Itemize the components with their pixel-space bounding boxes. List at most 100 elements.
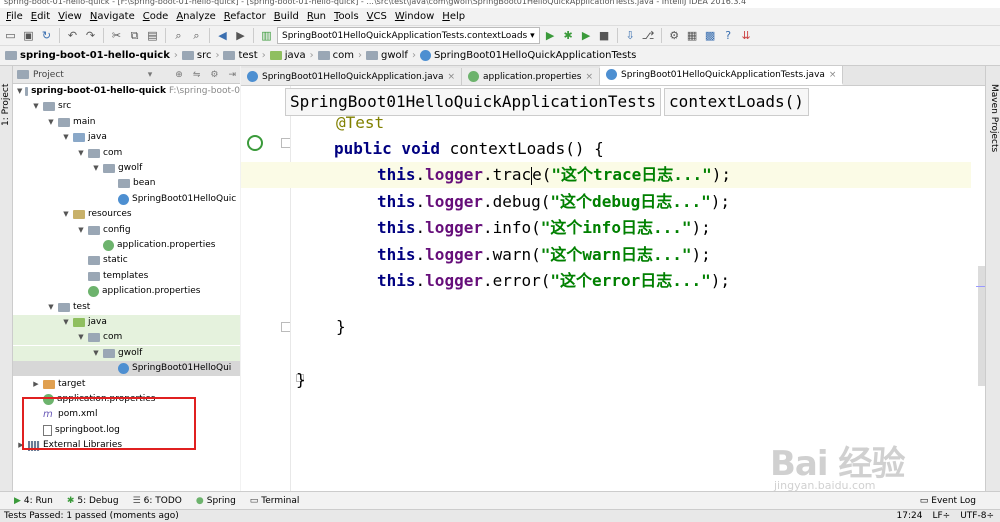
breadcrumb-item[interactable]: src xyxy=(180,50,214,61)
sync-icon[interactable]: ↻ xyxy=(39,28,54,43)
cut-icon[interactable]: ✂ xyxy=(109,28,124,43)
tree-item[interactable]: ▶ target xyxy=(13,377,240,392)
tab-editor-file[interactable]: SpringBoot01HelloQuickApplicationTests.j… xyxy=(600,66,844,85)
tree-item[interactable]: ▼ gwolf xyxy=(13,345,240,361)
tree-item[interactable]: ▼ resources xyxy=(13,207,240,222)
project-structure-icon[interactable]: ▦ xyxy=(685,28,700,43)
tool-window-spring[interactable]: ● Spring xyxy=(196,496,236,506)
menu-view[interactable]: View xyxy=(54,8,86,25)
settings-icon[interactable]: ⚙ xyxy=(667,28,682,43)
menu-file[interactable]: File xyxy=(2,8,27,25)
tool-window-run[interactable]: ▶ 4: Run xyxy=(14,496,53,506)
save-all-icon[interactable]: ▣ xyxy=(21,28,36,43)
tab-editor-file[interactable]: application.properties × xyxy=(462,68,601,85)
tree-item[interactable]: ▼ com xyxy=(13,330,240,346)
tree-item[interactable]: application.properties xyxy=(13,284,240,299)
close-icon[interactable]: × xyxy=(829,70,837,80)
tree-item[interactable]: ▼ java xyxy=(13,130,240,145)
folder-open-icon[interactable]: ▭ xyxy=(3,28,18,43)
expand-arrow-icon[interactable]: ▼ xyxy=(77,330,85,345)
vcs-update-icon[interactable]: ⇊ xyxy=(739,28,754,43)
stop-icon[interactable]: ■ xyxy=(597,28,612,43)
run-icon[interactable]: ▶ xyxy=(543,28,558,43)
menu-tools[interactable]: Tools xyxy=(330,8,363,25)
run-configuration-select[interactable]: SpringBoot01HelloQuickApplicationTests.c… xyxy=(277,27,540,44)
build-icon[interactable]: ▥ xyxy=(259,28,274,43)
menu-analyze[interactable]: Analyze xyxy=(172,8,219,25)
undo-icon[interactable]: ↶ xyxy=(65,28,80,43)
breadcrumb-item[interactable]: gwolf xyxy=(364,50,410,61)
paste-icon[interactable]: ▤ xyxy=(145,28,160,43)
find-icon[interactable]: ⌕ xyxy=(171,28,186,43)
breadcrumb-item[interactable]: SpringBoot01HelloQuickApplicationTests xyxy=(418,50,638,61)
expand-arrow-icon[interactable]: ▼ xyxy=(77,223,85,238)
menu-navigate[interactable]: Navigate xyxy=(86,8,139,25)
coverage-icon[interactable]: ▶ xyxy=(579,28,594,43)
tab-maven-projects[interactable]: Maven Projects xyxy=(989,84,999,152)
menu-edit[interactable]: Edit xyxy=(27,8,54,25)
forward-icon[interactable]: ▶ xyxy=(233,28,248,43)
collapse-all-icon[interactable]: ⇋ xyxy=(193,70,201,80)
tab-project[interactable]: 1: Project xyxy=(1,84,11,126)
expand-arrow-icon[interactable]: ▼ xyxy=(62,130,70,145)
breadcrumb-item[interactable]: spring-boot-01-hello-quick xyxy=(3,50,172,61)
close-icon[interactable]: × xyxy=(447,72,455,82)
scroll-from-source-icon[interactable]: ⊕ xyxy=(175,70,183,80)
tool-window-terminal[interactable]: ▭ Terminal xyxy=(250,496,300,506)
back-icon[interactable]: ◀ xyxy=(215,28,230,43)
tree-item[interactable]: ▼ config xyxy=(13,223,240,238)
expand-arrow-icon[interactable]: ▼ xyxy=(62,207,70,222)
tree-item[interactable]: ▼ com xyxy=(13,146,240,161)
expand-arrow-icon[interactable]: ▼ xyxy=(62,315,70,330)
close-icon[interactable]: × xyxy=(585,72,593,82)
tree-item[interactable]: ▼ test xyxy=(13,300,240,315)
update-icon[interactable]: ⇩ xyxy=(623,28,638,43)
expand-arrow-icon[interactable]: ▼ xyxy=(17,84,22,99)
tree-item[interactable]: ▼ src xyxy=(13,99,240,114)
tree-item[interactable]: static xyxy=(13,253,240,268)
event-log-button[interactable]: ▭ Event Log xyxy=(920,496,1000,506)
breadcrumb-item[interactable]: com xyxy=(316,50,356,61)
menu-refactor[interactable]: Refactor xyxy=(220,8,270,25)
breadcrumb-item[interactable]: java xyxy=(268,50,308,61)
vcs-icon[interactable]: ⎇ xyxy=(641,28,656,43)
tree-item[interactable]: ▼ main xyxy=(13,115,240,130)
file-encoding[interactable]: UTF-8÷ xyxy=(960,511,994,521)
hide-panel-icon[interactable]: ⇥ xyxy=(228,70,236,80)
expand-arrow-icon[interactable]: ▼ xyxy=(77,146,85,161)
caret-position[interactable]: 17:24 xyxy=(897,511,923,521)
tree-item[interactable]: ▼ java xyxy=(13,315,240,330)
menu-code[interactable]: Code xyxy=(139,8,173,25)
copy-icon[interactable]: ⧉ xyxy=(127,28,142,43)
tree-item[interactable]: application.properties xyxy=(13,238,240,253)
menu-help[interactable]: Help xyxy=(438,8,469,25)
tree-item[interactable]: templates xyxy=(13,269,240,284)
sdk-icon[interactable]: ▩ xyxy=(703,28,718,43)
menu-window[interactable]: Window xyxy=(391,8,438,25)
replace-icon[interactable]: ⌕ xyxy=(189,28,204,43)
settings-gear-icon[interactable]: ⚙ xyxy=(210,70,218,80)
tool-window-todo[interactable]: ☰ 6: TODO xyxy=(133,496,182,506)
project-view-dropdown-icon[interactable]: ▾ xyxy=(148,70,153,80)
expand-arrow-icon[interactable]: ▼ xyxy=(92,161,100,176)
editor-body[interactable]: ● @Testpublic void contextLoads() {this.… xyxy=(241,86,986,491)
run-test-icon[interactable] xyxy=(247,135,263,151)
expand-arrow-icon[interactable]: ▼ xyxy=(92,346,100,361)
menu-run[interactable]: Run xyxy=(303,8,330,25)
menu-vcs[interactable]: VCS xyxy=(363,8,391,25)
expand-arrow-icon[interactable]: ▼ xyxy=(47,115,55,130)
collapse-arrow-icon[interactable]: ▶ xyxy=(32,377,40,392)
expand-arrow-icon[interactable]: ▼ xyxy=(32,99,40,114)
scope-hint-method[interactable]: contextLoads() xyxy=(664,88,809,116)
tree-item[interactable]: ▼ spring-boot-01-hello-quick F:\spring-boo… xyxy=(13,84,240,99)
breadcrumb-item[interactable]: test xyxy=(221,50,259,61)
tab-editor-file[interactable]: SpringBoot01HelloQuickApplication.java × xyxy=(241,68,463,85)
menu-build[interactable]: Build xyxy=(270,8,303,25)
project-panel-title[interactable]: Project xyxy=(33,70,64,80)
tree-item[interactable]: ▼ gwolf xyxy=(13,161,240,176)
expand-arrow-icon[interactable]: ▼ xyxy=(47,300,55,315)
scope-hint-class[interactable]: SpringBoot01HelloQuickApplicationTests xyxy=(285,88,662,116)
tree-item[interactable]: bean xyxy=(13,176,240,191)
tool-window-debug[interactable]: ✱ 5: Debug xyxy=(67,496,119,506)
tree-item[interactable]: SpringBoot01HelloQuic xyxy=(13,192,240,207)
